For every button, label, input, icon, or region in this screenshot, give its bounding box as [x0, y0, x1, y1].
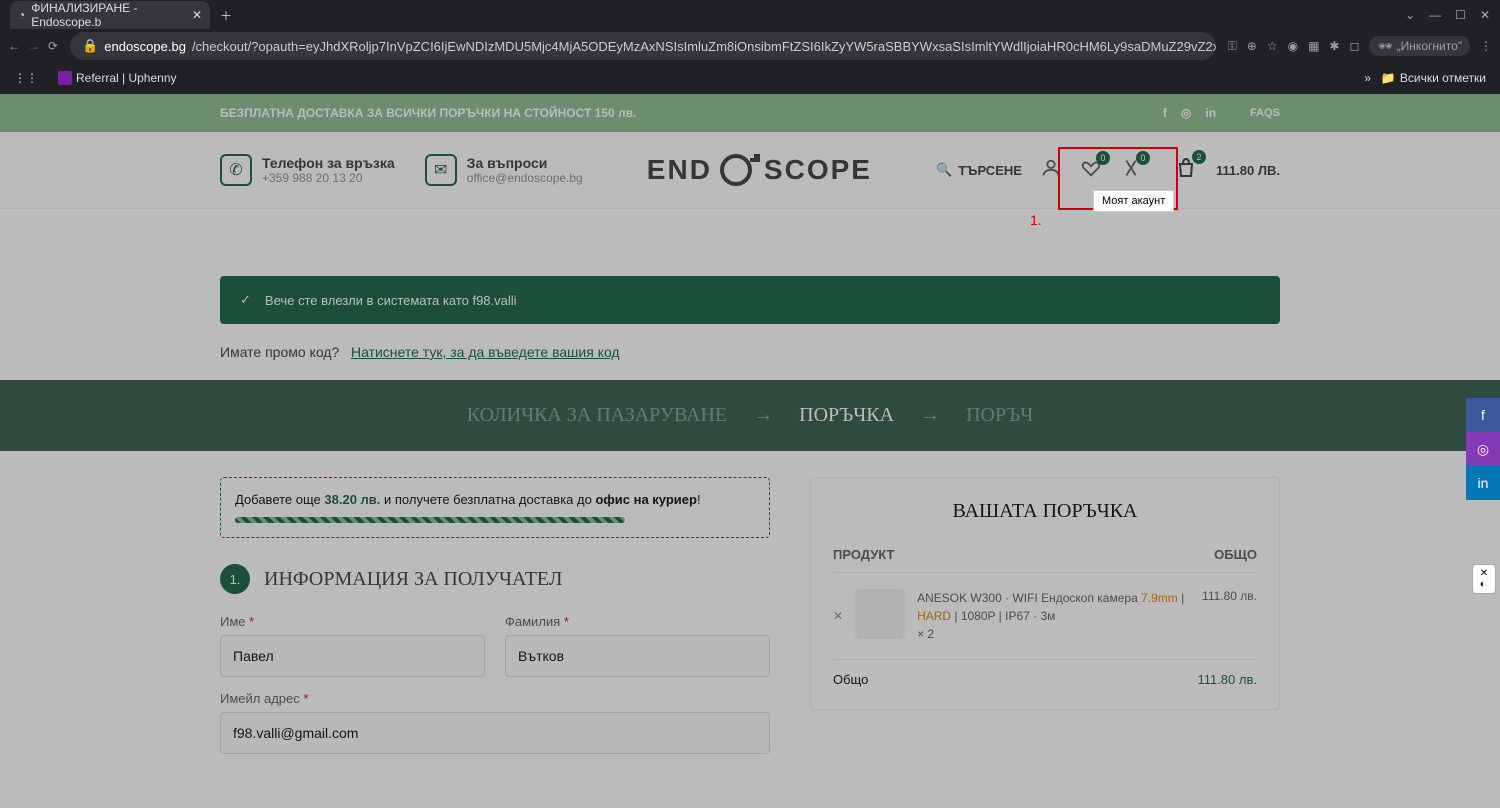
email-label: Имейл адрес * [220, 691, 770, 706]
translate-icon[interactable]: ⊕ [1247, 39, 1257, 53]
surname-label: Фамилия * [505, 614, 770, 629]
search-button[interactable]: 🔍 ТЪРСЕНЕ [936, 162, 1022, 178]
ext-icon[interactable]: ▦ [1308, 39, 1319, 53]
search-icon: 🔍 [936, 162, 952, 178]
site-header: ✆ Телефон за връзка +359 988 20 13 20 ✉ … [0, 132, 1500, 208]
ext-icon[interactable]: ◉ [1288, 39, 1298, 53]
bookmark-item[interactable]: Referral | Uphenny [52, 71, 183, 85]
checkout-steps: КОЛИЧКА ЗА ПАЗАРУВАНЕ → ПОРЪЧКА → ПОРЪЧ [0, 380, 1500, 451]
apps-button[interactable]: ⋮⋮ [8, 71, 44, 85]
close-icon[interactable]: ✕ [192, 8, 202, 22]
main-nav [0, 208, 1500, 256]
browser-tab[interactable]: ◔ ФИНАЛИЗИРАНЕ - Endoscope.b ✕ [10, 1, 210, 29]
remove-item-button[interactable]: ✕ [833, 609, 843, 623]
new-tab-button[interactable]: ＋ [220, 7, 232, 24]
logo-icon [716, 150, 760, 190]
linkedin-icon[interactable]: in [1205, 106, 1216, 120]
email-contact[interactable]: ✉ За въпроси office@endoscope.bg [425, 154, 583, 186]
step-number: 1. [220, 564, 250, 594]
minimize-icon[interactable]: — [1429, 8, 1441, 22]
window-dropdown-icon[interactable]: ⌄ [1405, 8, 1415, 22]
browser-chrome: ◔ ФИНАЛИЗИРАНЕ - Endoscope.b ✕ ＋ ⌄ — ☐ ✕… [0, 0, 1500, 94]
phone-contact[interactable]: ✆ Телефон за връзка +359 988 20 13 20 [220, 154, 395, 186]
ext-icon[interactable]: ◻ [1349, 39, 1359, 53]
extensions-icon[interactable]: ✱ [1329, 39, 1339, 53]
star-icon[interactable]: ☆ [1267, 39, 1278, 53]
product-thumb [855, 589, 905, 639]
back-button[interactable]: ← [8, 39, 20, 53]
free-shipping-box: Добавете още 38.20 лв. и получете безпла… [220, 477, 770, 538]
site-logo[interactable]: END SCOPE [647, 150, 872, 190]
key-icon[interactable]: ⚿ [1228, 39, 1237, 54]
side-social: f ◎ in [1466, 398, 1500, 500]
maximize-icon[interactable]: ☐ [1455, 8, 1466, 22]
section-title: ИНФОРМАЦИЯ ЗА ПОЛУЧАТЕЛ [264, 568, 562, 591]
promo-link[interactable]: Натиснете тук, за да въведете вашия код [351, 344, 620, 360]
account-tooltip: Моят акаунт [1093, 190, 1174, 212]
instagram-icon[interactable]: ◎ [1466, 432, 1500, 466]
linkedin-icon[interactable]: in [1466, 466, 1500, 500]
name-input[interactable] [220, 635, 485, 677]
window-close-icon[interactable]: ✕ [1480, 8, 1490, 22]
facebook-icon[interactable]: f [1163, 106, 1167, 120]
check-icon: ✓ [240, 292, 251, 308]
tab-title: ФИНАЛИЗИРАНЕ - Endoscope.b [31, 1, 186, 29]
incognito-icon: 🕶 [1377, 39, 1392, 53]
accessibility-widget[interactable]: ✕◐ [1472, 564, 1496, 594]
surname-input[interactable] [505, 635, 770, 677]
cart-total: 111.80 ЛВ. [1216, 163, 1280, 178]
order-summary: ВАШАТА ПОРЪЧКА ПРОДУКТ ОБЩО ✕ ANESOK W30… [810, 477, 1280, 710]
phone-icon: ✆ [220, 154, 252, 186]
mail-icon: ✉ [425, 154, 457, 186]
lock-icon: 🔒 [82, 38, 98, 54]
menu-icon[interactable]: ⋮ [1480, 39, 1492, 53]
email-input[interactable] [220, 712, 770, 754]
forward-button[interactable]: → [28, 39, 40, 53]
tab-favicon: ◔ [18, 8, 25, 22]
incognito-badge[interactable]: 🕶 „Инкогнито" [1369, 36, 1470, 56]
promo-prompt: Имате промо код? Натиснете тук, за да въ… [220, 344, 1280, 360]
order-item: ✕ ANESOK W300 · WIFI Ендоскоп камера 7.9… [833, 573, 1257, 660]
name-label: Име * [220, 614, 485, 629]
annotation-box-1: Моят акаунт 1. [1058, 147, 1178, 210]
address-bar[interactable]: 🔒 endoscope.bg/checkout/?opauth=eyJhdXRo… [70, 32, 1216, 60]
all-bookmarks[interactable]: 📁Всички отметки [1375, 71, 1492, 85]
bookmarks-bar: ⋮⋮ Referral | Uphenny » 📁Всички отметки [0, 62, 1500, 94]
facebook-icon[interactable]: f [1466, 398, 1500, 432]
reload-button[interactable]: ⟳ [48, 39, 58, 53]
logged-in-alert: ✓ Вече сте влезли в системата като f98.v… [220, 276, 1280, 324]
announcement-bar: БЕЗПЛАТНА ДОСТАВКА ЗА ВСИЧКИ ПОРЪЧКИ НА … [0, 94, 1500, 132]
faqs-link[interactable]: FAQS [1250, 107, 1280, 119]
instagram-icon[interactable]: ◎ [1181, 106, 1191, 120]
